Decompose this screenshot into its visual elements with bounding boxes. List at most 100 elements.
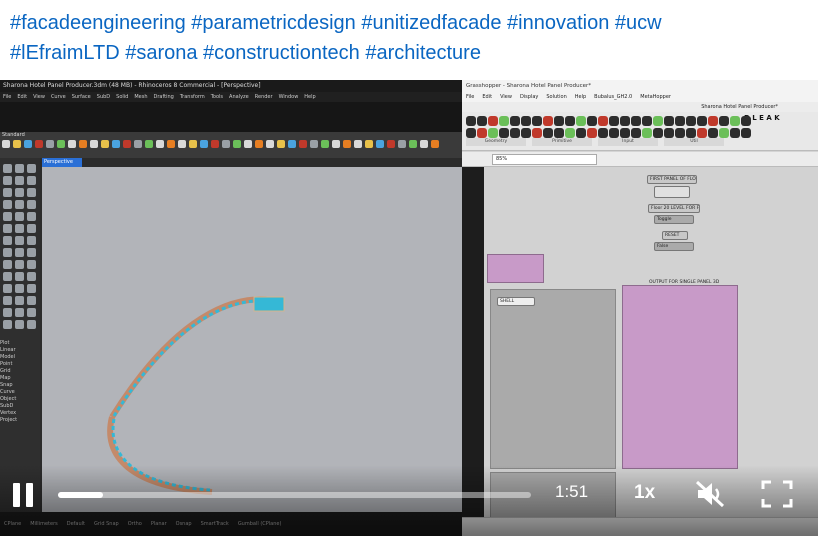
rhino-tool-icon[interactable]: [398, 140, 406, 148]
rhino-sidebar-icon[interactable]: [27, 248, 36, 257]
rhino-tool-icon[interactable]: [431, 140, 439, 148]
rhino-menu-item-0[interactable]: File: [3, 94, 11, 100]
gh-component-icon[interactable]: [620, 128, 630, 138]
rhino-menu-item-10[interactable]: Tools: [211, 94, 223, 100]
rhino-sidebar-icon[interactable]: [27, 188, 36, 197]
rhino-menu-item-7[interactable]: Mesh: [134, 94, 147, 100]
rhino-sidebar-icon[interactable]: [27, 200, 36, 209]
rhino-sidebar-icon[interactable]: [27, 320, 36, 329]
gh-component-icon[interactable]: [730, 116, 740, 126]
rhino-menu-item-14[interactable]: Help: [304, 94, 315, 100]
rhino-tool-icon[interactable]: [112, 140, 120, 148]
rhino-sidebar-icon[interactable]: [15, 200, 24, 209]
mute-button[interactable]: [694, 479, 728, 509]
rhino-tool-icon[interactable]: [343, 140, 351, 148]
rhino-sidebar-icon[interactable]: [15, 272, 24, 281]
gh-component-icon[interactable]: [653, 116, 663, 126]
gh-component-icon[interactable]: [686, 116, 696, 126]
rhino-sidebar-icon[interactable]: [15, 224, 24, 233]
rhino-tool-icon[interactable]: [365, 140, 373, 148]
rhino-sidebar-icon[interactable]: [3, 320, 12, 329]
pause-button[interactable]: [8, 480, 38, 510]
rhino-menu-item-2[interactable]: View: [33, 94, 45, 100]
rhino-sidebar-icon[interactable]: [27, 212, 36, 221]
gh-category-2[interactable]: Input: [598, 138, 658, 146]
gh-component-icon[interactable]: [576, 116, 586, 126]
rhino-tool-icon[interactable]: [189, 140, 197, 148]
rhino-tool-icon[interactable]: [233, 140, 241, 148]
gh-component-icon[interactable]: [554, 116, 564, 126]
rhino-tool-icon[interactable]: [90, 140, 98, 148]
rhino-sidebar-icon[interactable]: [15, 248, 24, 257]
gh-component-icon[interactable]: [466, 128, 476, 138]
rhino-tool-icon[interactable]: [79, 140, 87, 148]
rhino-tool-icon[interactable]: [178, 140, 186, 148]
rhino-tool-icon[interactable]: [101, 140, 109, 148]
rhino-tool-icon[interactable]: [57, 140, 65, 148]
rhino-menu-item-9[interactable]: Transform: [180, 94, 205, 100]
rhino-tool-icon[interactable]: [244, 140, 252, 148]
rhino-tool-icon[interactable]: [35, 140, 43, 148]
rhino-sidebar-icon[interactable]: [15, 212, 24, 221]
gh-component-icon[interactable]: [554, 128, 564, 138]
gh-component-icon[interactable]: [477, 116, 487, 126]
gh-component-icon[interactable]: [598, 128, 608, 138]
fullscreen-button[interactable]: [760, 479, 794, 509]
rhino-sidebar-icon[interactable]: [15, 188, 24, 197]
gh-component-icon[interactable]: [664, 128, 674, 138]
gh-component-icon[interactable]: [741, 128, 751, 138]
rhino-tool-icon[interactable]: [288, 140, 296, 148]
gh-component-icon[interactable]: [642, 116, 652, 126]
rhino-sidebar-icon[interactable]: [3, 164, 12, 173]
gh-component-icon[interactable]: [631, 128, 641, 138]
rhino-sidebar-icon[interactable]: [3, 308, 12, 317]
rhino-sidebar-icon[interactable]: [3, 224, 12, 233]
gh-component-icon[interactable]: [576, 128, 586, 138]
rhino-tool-icon[interactable]: [2, 140, 10, 148]
rhino-tool-icon[interactable]: [354, 140, 362, 148]
gh-menu-item-4[interactable]: Solution: [546, 94, 566, 100]
rhino-menu-item-6[interactable]: Solid: [116, 94, 128, 100]
gh-component-icon[interactable]: [598, 116, 608, 126]
gh-component-icon[interactable]: [521, 128, 531, 138]
rhino-tool-icon[interactable]: [145, 140, 153, 148]
gh-component-icon[interactable]: [565, 128, 575, 138]
rhino-tool-icon[interactable]: [387, 140, 395, 148]
gh-component-icon[interactable]: [631, 116, 641, 126]
rhino-menu-item-4[interactable]: Surface: [72, 94, 91, 100]
rhino-menu-item-13[interactable]: Window: [279, 94, 299, 100]
rhino-sidebar-icon[interactable]: [3, 200, 12, 209]
gh-menu-item-0[interactable]: File: [466, 94, 474, 100]
gh-component-icon[interactable]: [686, 128, 696, 138]
rhino-tool-icon[interactable]: [409, 140, 417, 148]
gh-category-1[interactable]: Primitive: [532, 138, 592, 146]
gh-component-icon[interactable]: [609, 116, 619, 126]
rhino-tool-icon[interactable]: [222, 140, 230, 148]
gh-zoom-field[interactable]: 85%: [492, 154, 597, 165]
rhino-sidebar-icon[interactable]: [3, 248, 12, 257]
rhino-sidebar-icon[interactable]: [15, 296, 24, 305]
rhino-tool-icon[interactable]: [123, 140, 131, 148]
rhino-tool-icon[interactable]: [211, 140, 219, 148]
rhino-sidebar-icon[interactable]: [27, 308, 36, 317]
rhino-menu-item-8[interactable]: Drafting: [154, 94, 174, 100]
gh-component-icon[interactable]: [719, 128, 729, 138]
gh-category-3[interactable]: Util: [664, 138, 724, 146]
rhino-sidebar-icon[interactable]: [3, 176, 12, 185]
rhino-tool-icon[interactable]: [200, 140, 208, 148]
gh-component-icon[interactable]: [642, 128, 652, 138]
gh-component-icon[interactable]: [675, 128, 685, 138]
rhino-sidebar-icon[interactable]: [27, 272, 36, 281]
rhino-sidebar-icon[interactable]: [15, 164, 24, 173]
rhino-sidebar-icon[interactable]: [15, 236, 24, 245]
gh-component-icon[interactable]: [741, 116, 751, 126]
gh-component-icon[interactable]: [675, 116, 685, 126]
rhino-menu-item-1[interactable]: Edit: [17, 94, 27, 100]
rhino-sidebar-icon[interactable]: [15, 308, 24, 317]
rhino-sidebar-icon[interactable]: [27, 236, 36, 245]
rhino-sidebar-icon[interactable]: [27, 224, 36, 233]
rhino-tool-icon[interactable]: [332, 140, 340, 148]
rhino-menu-item-11[interactable]: Analyze: [229, 94, 249, 100]
rhino-tool-icon[interactable]: [277, 140, 285, 148]
gh-component-icon[interactable]: [587, 116, 597, 126]
